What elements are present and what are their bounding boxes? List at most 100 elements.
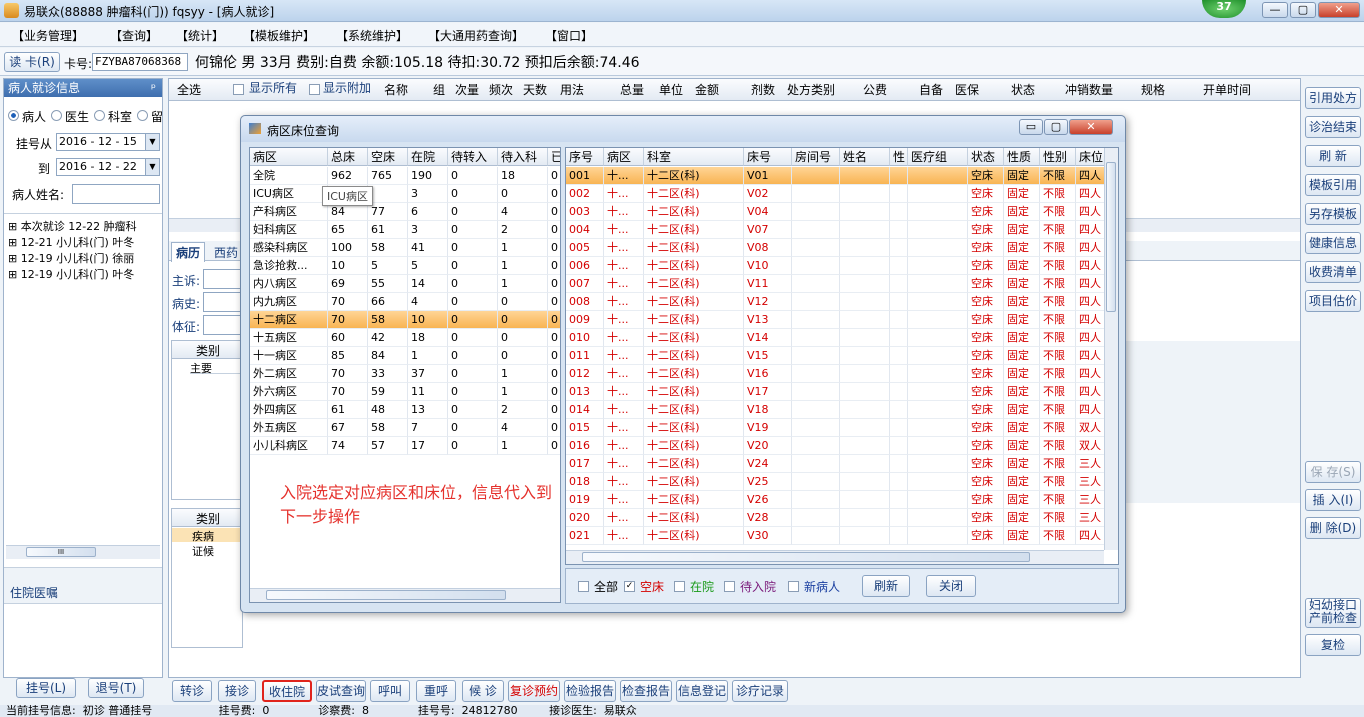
chief-complaint-input[interactable] (203, 269, 243, 289)
info-register-button[interactable]: 信息登记 (676, 680, 728, 702)
read-card-button[interactable]: 读 卡(R) (4, 52, 60, 72)
waiting-button[interactable]: 候 诊 (462, 680, 504, 702)
ward-row[interactable]: 急诊抢救... 10 5 5 0 1 0 (250, 257, 560, 275)
template-cite-button[interactable]: 模板引用 (1305, 174, 1361, 196)
date-to-picker[interactable]: 2016 - 12 - 22 ▼ (56, 158, 160, 176)
ward-horizontal-scrollbar[interactable] (250, 588, 560, 602)
bed-row[interactable]: 012 十... 十二区(科) V16 空床 固定 不限 四人 (566, 365, 1106, 383)
scroll-thumb[interactable] (266, 590, 506, 600)
ward-row[interactable]: 外六病区 70 59 11 0 1 0 (250, 383, 560, 401)
menu-system[interactable]: 【系统维护】 (336, 27, 408, 44)
bed-row[interactable]: 006 十... 十二区(科) V10 空床 固定 不限 四人 (566, 257, 1106, 275)
date-from-picker[interactable]: 2016 - 12 - 15 ▼ (56, 133, 160, 151)
save-template-button[interactable]: 另存模板 (1305, 203, 1361, 225)
item-estimate-button[interactable]: 项目估价 (1305, 290, 1361, 312)
bed-row[interactable]: 015 十... 十二区(科) V19 空床 固定 不限 双人 (566, 419, 1106, 437)
radio-department[interactable] (94, 110, 105, 121)
tree-item[interactable]: ⊞ 12-19 小儿科(门) 徐丽 (8, 250, 162, 266)
exam-report-button[interactable]: 检查报告 (620, 680, 672, 702)
transfer-button[interactable]: 转诊 (172, 680, 212, 702)
ward-row[interactable]: 内八病区 69 55 14 0 1 0 (250, 275, 560, 293)
ward-row[interactable]: ICU病区 3 0 0 0 (250, 185, 560, 203)
bed-row[interactable]: 021 十... 十二区(科) V30 空床 固定 不限 四人 (566, 527, 1106, 545)
maximize-button[interactable]: ▢ (1290, 2, 1316, 18)
cite-prescription-button[interactable]: 引用处方 (1305, 87, 1361, 109)
ward-row[interactable]: 全院 962 765 190 0 18 0 (250, 167, 560, 185)
radio-doctor[interactable] (51, 110, 62, 121)
bed-row[interactable]: 019 十... 十二区(科) V26 空床 固定 不限 三人 (566, 491, 1106, 509)
notification-badge[interactable]: 37 (1202, 0, 1246, 18)
radio-patient[interactable] (8, 110, 19, 121)
tree-item[interactable]: ⊞ 12-21 小儿科(门) 叶冬 (8, 234, 162, 250)
menu-business[interactable]: 【业务管理】 (12, 27, 84, 44)
dialog-close-icon[interactable]: ✕ (1069, 119, 1113, 135)
scroll-thumb[interactable] (1106, 162, 1116, 312)
bed-row[interactable]: 003 十... 十二区(科) V04 空床 固定 不限 四人 (566, 203, 1106, 221)
bed-row[interactable]: 002 十... 十二区(科) V02 空床 固定 不限 四人 (566, 185, 1106, 203)
bed-row[interactable]: 007 十... 十二区(科) V11 空床 固定 不限 四人 (566, 275, 1106, 293)
ward-row[interactable]: 感染科病区 100 58 41 0 1 0 (250, 239, 560, 257)
tree-item[interactable]: ⊞ 12-19 小儿科(门) 叶冬 (8, 266, 162, 282)
delete-button[interactable]: 删 除(D) (1305, 517, 1361, 539)
card-number-field[interactable]: FZYBA87068368 (92, 53, 188, 71)
pin-icon[interactable]: ᵖ (151, 79, 156, 97)
call-button[interactable]: 呼叫 (370, 680, 410, 702)
inpatient-advice-area[interactable] (4, 603, 162, 673)
bed-row[interactable]: 010 十... 十二区(科) V14 空床 固定 不限 四人 (566, 329, 1106, 347)
bed-row[interactable]: 011 十... 十二区(科) V15 空床 固定 不限 四人 (566, 347, 1106, 365)
close-button[interactable]: ✕ (1318, 2, 1360, 18)
refresh-button[interactable]: 刷 新 (1305, 145, 1361, 167)
return-register-button[interactable]: 退号(T) (88, 678, 144, 698)
col-select-all[interactable]: 全选 (177, 79, 201, 101)
dialog-minimize-button[interactable]: ▭ (1019, 119, 1043, 135)
ward-row[interactable]: 十二病区 70 58 10 0 0 0 (250, 311, 560, 329)
category-row[interactable]: 主要 (190, 360, 242, 375)
recall-button[interactable]: 重呼 (416, 680, 456, 702)
filter-checkbox[interactable] (578, 581, 589, 592)
bed-row[interactable]: 014 十... 十二区(科) V18 空床 固定 不限 四人 (566, 401, 1106, 419)
ward-row[interactable]: 产科病区 84 77 6 0 4 0 (250, 203, 560, 221)
bed-row[interactable]: 016 十... 十二区(科) V20 空床 固定 不限 双人 (566, 437, 1106, 455)
followup-appointment-button[interactable]: 复诊预约 (508, 680, 560, 702)
ward-row[interactable]: 外五病区 67 58 7 0 4 0 (250, 419, 560, 437)
history-input[interactable] (203, 292, 243, 312)
insert-button[interactable]: 插 入(I) (1305, 489, 1361, 511)
ward-row[interactable]: 小儿科病区 74 57 17 0 1 0 (250, 437, 560, 455)
tab-western-medicine[interactable]: 西药 (211, 243, 241, 262)
menu-query[interactable]: 【查询】 (110, 27, 158, 44)
minimize-button[interactable]: — (1262, 2, 1288, 18)
filter-checkbox[interactable] (724, 581, 735, 592)
tree-horizontal-scrollbar[interactable]: III (6, 545, 160, 559)
dialog-refresh-button[interactable]: 刷新 (862, 575, 910, 597)
save-button[interactable]: 保 存(S) (1305, 461, 1361, 483)
show-all-checkbox[interactable] (233, 84, 244, 95)
dialog-title-bar[interactable]: 病区床位查询 ▭ ▢ ✕ (241, 116, 1125, 142)
ward-row[interactable]: 外二病区 70 33 37 0 1 0 (250, 365, 560, 383)
ward-row[interactable]: 妇科病区 65 61 3 0 2 0 (250, 221, 560, 239)
show-extra-checkbox[interactable] (309, 84, 320, 95)
ward-row[interactable]: 外四病区 61 48 13 0 2 0 (250, 401, 560, 419)
bed-row[interactable]: 001 十... 十二区(科) V01 空床 固定 不限 四人 (566, 167, 1106, 185)
recheck-button[interactable]: 复检 (1305, 634, 1361, 656)
menu-drug-query[interactable]: 【大通用药查询】 (428, 27, 524, 44)
skin-test-query-button[interactable]: 皮试查询 (316, 680, 366, 702)
bed-row[interactable]: 008 十... 十二区(科) V12 空床 固定 不限 四人 (566, 293, 1106, 311)
category-row[interactable]: 疾病 (172, 528, 242, 543)
radio-stay[interactable] (137, 110, 148, 121)
lab-report-button[interactable]: 检验报告 (564, 680, 616, 702)
finish-diagnosis-button[interactable]: 诊治结束 (1305, 116, 1361, 138)
tree-item[interactable]: ⊞ 本次就诊 12-22 肿瘤科 (8, 218, 162, 234)
chevron-down-icon[interactable]: ▼ (145, 134, 159, 150)
bed-vertical-scrollbar[interactable] (1104, 148, 1118, 550)
admit-button[interactable]: 收住院 (262, 680, 312, 702)
health-info-button[interactable]: 健康信息 (1305, 232, 1361, 254)
bed-row[interactable]: 017 十... 十二区(科) V24 空床 固定 不限 三人 (566, 455, 1106, 473)
dialog-maximize-button[interactable]: ▢ (1044, 119, 1068, 135)
menu-window[interactable]: 【窗口】 (545, 27, 593, 44)
signs-input[interactable] (203, 315, 243, 335)
patient-name-input[interactable] (72, 184, 160, 204)
treatment-record-button[interactable]: 诊疗记录 (732, 680, 788, 702)
scroll-thumb[interactable] (582, 552, 1030, 562)
bed-row[interactable]: 013 十... 十二区(科) V17 空床 固定 不限 四人 (566, 383, 1106, 401)
register-button[interactable]: 挂号(L) (16, 678, 76, 698)
